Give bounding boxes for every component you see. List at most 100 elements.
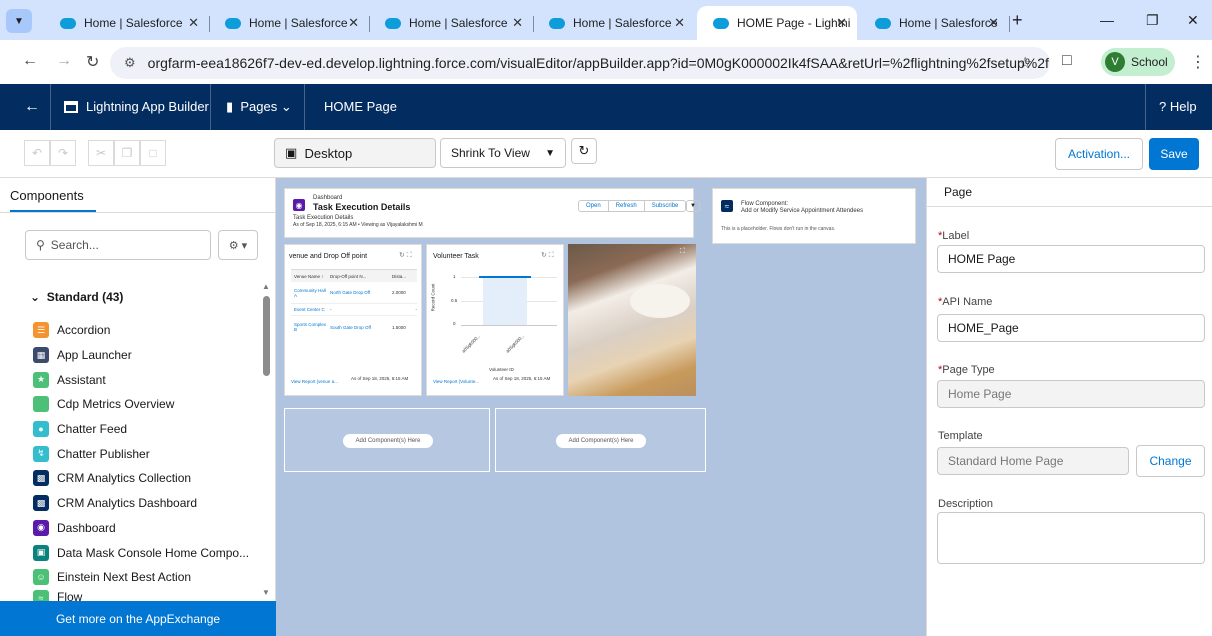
change-template-button[interactable]: Change	[1136, 445, 1205, 477]
redo-button[interactable]: ↷	[50, 140, 76, 166]
refresh-expand-icons[interactable]: ↻ ⛶	[541, 251, 554, 260]
close-tab-icon[interactable]: ✕	[188, 15, 199, 31]
site-info-icon[interactable]: ⚙	[124, 55, 136, 71]
scroll-down-icon[interactable]: ▼	[262, 588, 270, 597]
cut-button[interactable]: ✂	[88, 140, 114, 166]
copy-button[interactable]: ❐	[114, 140, 140, 166]
column-header[interactable]: Dista...	[389, 274, 417, 279]
header-divider	[210, 84, 211, 130]
dashboard-component[interactable]: ◉ Dashboard Task Execution Details Task …	[284, 188, 700, 238]
component-dropzone[interactable]: Add Component(s) Here	[495, 408, 706, 472]
zoom-select[interactable]: Shrink To View ▼	[440, 138, 566, 168]
table-cell-link[interactable]: Community Hall A	[291, 288, 327, 298]
flow-component[interactable]: ≈ Flow Component: Add or Modify Service …	[712, 188, 916, 244]
reload-icon[interactable]: ↻	[86, 52, 99, 72]
column-header[interactable]: Venue Name ↑	[291, 274, 327, 279]
component-item-app-launcher[interactable]: ▦ App Launcher	[33, 343, 261, 368]
appexchange-link[interactable]: Get more on the AppExchange	[0, 601, 276, 636]
component-search-input[interactable]: ⚲ Search...	[25, 230, 211, 260]
browser-tab[interactable]: Home | Salesforce ✕	[44, 6, 210, 40]
forward-icon[interactable]: →	[56, 52, 72, 70]
component-item-crm-analytics-collection[interactable]: ▩ CRM Analytics Collection	[33, 466, 261, 491]
close-tab-icon[interactable]: ✕	[512, 15, 523, 31]
label-field[interactable]: HOME Page	[937, 245, 1205, 273]
help-button[interactable]: ? Help	[1159, 99, 1197, 114]
pages-menu[interactable]: ▮ Pages ⌄	[226, 99, 292, 115]
undo-button[interactable]: ↶	[24, 140, 50, 166]
component-item-einstein-nba[interactable]: ☺ Einstein Next Best Action	[33, 565, 261, 590]
refresh-button[interactable]: ↻	[571, 138, 597, 164]
settings-menu-button[interactable]: ⚙ ▾	[218, 230, 258, 260]
help-label: Help	[1169, 99, 1197, 114]
component-item-accordion[interactable]: ☰ Accordion	[33, 318, 261, 343]
salesforce-cloud-icon	[713, 17, 729, 29]
device-selector[interactable]: ▣ Desktop	[274, 138, 436, 168]
bookmark-star-icon[interactable]: ☆	[1018, 53, 1032, 73]
activation-button[interactable]: Activation...	[1055, 138, 1143, 170]
refresh-dashboard-button[interactable]: Refresh	[609, 201, 645, 211]
subscribe-button[interactable]: Subscribe	[645, 201, 686, 211]
browser-tab[interactable]: Home | Salesforce ✕	[533, 6, 695, 40]
component-item-crm-analytics-dashboard[interactable]: ▩ CRM Analytics Dashboard	[33, 491, 261, 516]
volunteer-report-component[interactable]: Volunteer Task ↻ ⛶ Record Count 1 0.5 0 …	[426, 244, 564, 396]
dashboard-menu-button[interactable]: ▼	[686, 200, 700, 212]
close-tab-icon[interactable]: ✕	[836, 15, 847, 31]
image-component[interactable]: ⛶	[568, 244, 696, 396]
api-name-field[interactable]: HOME_Page	[937, 314, 1205, 342]
venue-report-component[interactable]: venue and Drop Off point ↻ ⛶ Venue Name …	[284, 244, 422, 396]
description-field-label: Description	[938, 498, 994, 510]
close-window-icon[interactable]: ✕	[1187, 12, 1199, 29]
expand-icon[interactable]: ⛶	[680, 248, 685, 256]
scroll-up-icon[interactable]: ▲	[262, 282, 270, 291]
back-icon[interactable]: ←	[22, 52, 38, 70]
browser-tab[interactable]: Home | Salesforce ✕	[209, 6, 370, 40]
back-arrow-icon[interactable]: ←	[24, 98, 40, 116]
component-item-chatter-publisher[interactable]: ↯ Chatter Publisher	[33, 441, 261, 466]
view-report-link[interactable]: View Report (venue a...	[291, 379, 338, 384]
close-tab-icon[interactable]: ✕	[348, 15, 359, 31]
tab-components[interactable]: Components	[10, 188, 84, 203]
profile-button[interactable]: V School	[1101, 48, 1175, 76]
column-header[interactable]: Drop-Off point N...	[327, 274, 389, 279]
trash-icon: □	[149, 146, 157, 160]
component-item-dashboard[interactable]: ◉ Dashboard	[33, 516, 261, 541]
extensions-icon[interactable]: □	[1062, 52, 1072, 70]
minimize-icon[interactable]: —	[1100, 12, 1114, 28]
properties-title: Page	[944, 185, 973, 199]
table-cell-link[interactable]: North Gate Drop Off	[327, 290, 389, 295]
table-cell-link[interactable]: Sports Complex B	[291, 322, 327, 332]
browser-tab-active[interactable]: HOME Page - Lightni ✕	[697, 6, 857, 40]
restore-icon[interactable]: ❐	[1146, 12, 1159, 29]
add-component-button[interactable]: Add Component(s) Here	[343, 434, 433, 448]
component-item-assistant[interactable]: ★ Assistant	[33, 367, 261, 392]
close-tab-icon[interactable]: ✕	[988, 15, 999, 31]
table-cell-link[interactable]: Event Center C	[291, 307, 327, 312]
add-component-button[interactable]: Add Component(s) Here	[556, 434, 646, 448]
component-item-chatter-feed[interactable]: ● Chatter Feed	[33, 417, 261, 442]
volunteer-card-title: Volunteer Task	[433, 253, 479, 260]
close-tab-icon[interactable]: ✕	[674, 15, 685, 31]
component-item-cdp-metrics[interactable]: Cdp Metrics Overview	[33, 392, 261, 417]
browser-tab[interactable]: Home | Salesforce ✕	[369, 6, 534, 40]
new-tab-button[interactable]: +	[1012, 10, 1023, 31]
description-textarea[interactable]	[937, 512, 1205, 564]
scrollbar-thumb[interactable]	[263, 296, 270, 376]
component-dropzone[interactable]: Add Component(s) Here	[284, 408, 490, 472]
open-button[interactable]: Open	[579, 201, 609, 211]
delete-button[interactable]: □	[140, 140, 166, 166]
browser-menu-icon[interactable]: ⋮	[1190, 52, 1206, 72]
salesforce-cloud-icon	[875, 17, 891, 29]
chatter-icon: ●	[33, 421, 49, 438]
browser-tab[interactable]: Home | Salesforce ✕	[859, 6, 1010, 40]
save-button[interactable]: Save	[1149, 138, 1199, 170]
table-cell-link[interactable]: South Gate Drop Off	[327, 325, 389, 330]
refresh-expand-icons[interactable]: ↻ ⛶	[399, 251, 412, 260]
standard-components-group[interactable]: ⌄ Standard (43)	[30, 290, 123, 304]
components-scrollbar[interactable]: ▲ ▼	[262, 282, 271, 597]
flow-icon: ≈	[721, 200, 733, 212]
view-report-link[interactable]: View Report (Volunte...	[433, 379, 479, 384]
address-bar[interactable]: ⚙ orgfarm-eea18626f7-dev-ed.develop.ligh…	[110, 47, 1050, 79]
tab-search-button[interactable]: ▼	[6, 9, 32, 33]
component-item-data-mask[interactable]: ▣ Data Mask Console Home Compo...	[33, 540, 261, 565]
help-icon: ?	[1159, 99, 1167, 114]
